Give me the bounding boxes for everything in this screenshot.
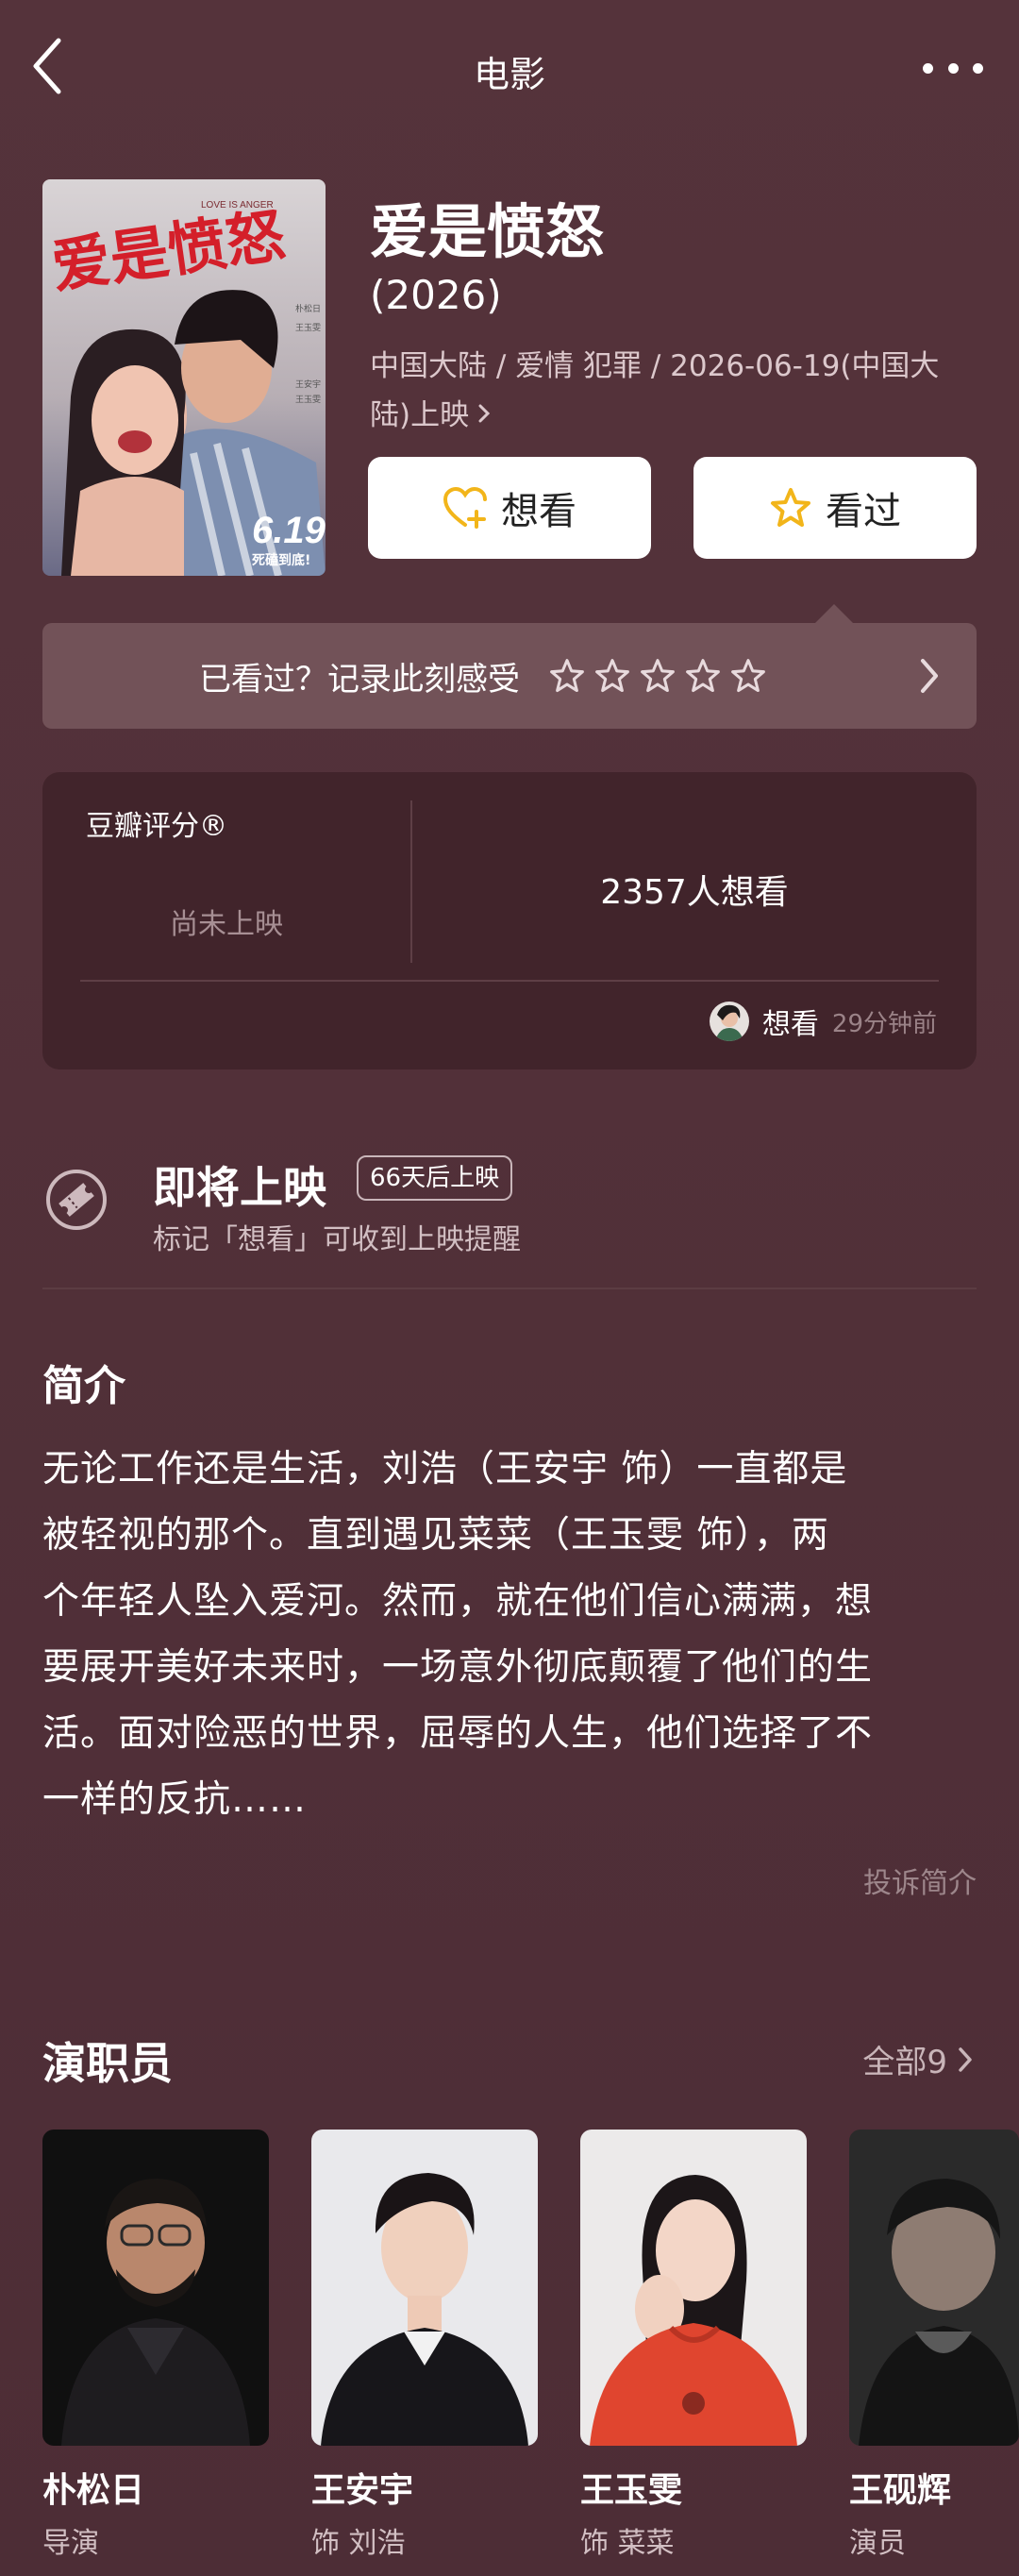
- poster-release-date: 6.19: [252, 510, 326, 551]
- seen-button[interactable]: 看过: [693, 457, 977, 559]
- rate-prompt-bar[interactable]: 已看过？记录此刻感受: [42, 623, 977, 729]
- intro-line: 要展开美好未来时，一场意外彻底颠覆了他们的生: [42, 1646, 874, 1689]
- intro-line: 个年轻人坠入爱河。然而，就在他们信心满满，想: [42, 1580, 874, 1623]
- divider: [42, 1288, 977, 1289]
- cast-photo: [580, 2130, 807, 2446]
- poster-image: 爱是愤怒 LOVE IS ANGER 朴松日 王玉雯 王安宇 王玉雯 6.19 …: [42, 179, 326, 576]
- recent-time: 29分钟前: [831, 1009, 937, 1038]
- intro-line: 无论工作还是生活，刘浩（王安宇 饰）一直都是: [42, 1448, 848, 1490]
- movie-title: 爱是愤怒: [370, 197, 605, 266]
- poster-credit: 王玉雯: [295, 395, 321, 405]
- cast-name: 王砚辉: [849, 2471, 952, 2510]
- days-badge: 66天后上映: [357, 1155, 513, 1201]
- star-outline-icon[interactable]: [548, 658, 586, 694]
- star-outline-icon[interactable]: [593, 658, 631, 694]
- top-bar: 电影: [0, 0, 1019, 142]
- recent-action: 想看: [761, 1008, 819, 1041]
- upcoming-hint: 标记「想看」可收到上映提醒: [153, 1223, 521, 1256]
- poster-credit: 朴松日: [295, 303, 321, 314]
- recent-activity[interactable]: 想看 29分钟前: [709, 1001, 937, 1042]
- rating-status: 尚未上映: [170, 908, 283, 941]
- more-icon: [923, 63, 933, 74]
- want-label: 想看: [501, 490, 576, 533]
- meta-line: 陆)上映: [370, 398, 470, 432]
- intro-text: 无论工作还是生活，刘浩（王安宇 饰）一直都是 被轻视的那个。直到遇见菜菜（王玉雯…: [42, 1437, 981, 1833]
- cast-name: 朴松日: [42, 2471, 145, 2510]
- movie-poster[interactable]: 爱是愤怒 LOVE IS ANGER 朴松日 王玉雯 王安宇 王玉雯 6.19 …: [42, 179, 326, 576]
- intro-line: 一样的反抗……: [42, 1778, 308, 1821]
- cast-photo: [849, 2130, 1019, 2446]
- upcoming-title: 即将上映: [153, 1162, 326, 1213]
- want-count: 2357人想看: [600, 873, 789, 912]
- rate-bar-pointer: [813, 604, 855, 625]
- intro-heading: 简介: [42, 1362, 125, 1410]
- divider: [80, 980, 939, 982]
- more-icon-dot: [947, 63, 959, 74]
- poster-tagline: 死磕到底!: [251, 552, 310, 568]
- cast-view-all-link[interactable]: 全部9: [862, 2036, 974, 2082]
- poster-english-title: LOVE IS ANGER: [201, 200, 274, 210]
- cast-role: 饰 刘浩: [311, 2527, 406, 2560]
- rate-prompt-text: 已看过？记录此刻感受: [199, 660, 520, 699]
- cast-name: 王玉雯: [580, 2471, 683, 2510]
- star-outline-icon[interactable]: [639, 658, 677, 694]
- want-to-watch-button[interactable]: 想看: [368, 457, 651, 559]
- chevron-right-icon: [921, 659, 938, 693]
- poster-credit: 王安宇: [295, 379, 321, 390]
- cast-photo: [42, 2130, 269, 2446]
- movie-detail-page: 电影 爱是愤怒 LOVE IS ANGER 朴松日 王玉雯 王安宇 王玉雯 6.…: [0, 0, 1019, 2576]
- cast-member[interactable]: 王安宇 饰 刘浩: [311, 2130, 538, 2561]
- intro-line: 被轻视的那个。直到遇见菜菜（王玉雯 饰），两: [42, 1514, 829, 1557]
- more-icon-dot: [973, 63, 983, 74]
- meta-line-2: 陆)上映: [370, 391, 983, 440]
- rating-stars[interactable]: [548, 658, 767, 694]
- movie-year: (2026): [370, 272, 502, 318]
- page-title: 电影: [473, 54, 545, 95]
- chevron-right-icon: [959, 2046, 972, 2072]
- movie-meta[interactable]: 中国大陆 / 爱情 犯罪 / 2026-06-19(中国大 陆)上映: [370, 342, 983, 440]
- seen-label: 看过: [826, 490, 901, 533]
- meta-line: 中国大陆 / 爱情 犯罪 / 2026-06-19(中国大: [370, 349, 940, 383]
- rating-label: 豆瓣评分®: [86, 810, 227, 843]
- cast-photo: [311, 2130, 538, 2446]
- star-outline-icon[interactable]: [729, 658, 767, 694]
- cast-member[interactable]: 王砚辉 演员: [849, 2130, 1019, 2561]
- cast-heading: 演职员: [42, 2038, 173, 2089]
- chevron-right-icon: [476, 391, 492, 440]
- cast-member[interactable]: 王玉雯 饰 菜菜: [580, 2130, 807, 2561]
- cast-member[interactable]: 朴松日 导演: [42, 2130, 269, 2561]
- heart-plus-icon: [443, 487, 487, 529]
- cast-role: 导演: [42, 2527, 99, 2560]
- more-button[interactable]: [915, 47, 991, 90]
- intro-line: 活。面对险恶的世界，屈辱的人生，他们选择了不: [42, 1712, 874, 1755]
- star-outline-icon[interactable]: [684, 658, 722, 694]
- cast-name: 王安宇: [311, 2471, 414, 2510]
- cast-role: 演员: [849, 2527, 906, 2560]
- ticket-icon: [46, 1170, 107, 1230]
- avatar: [709, 1002, 749, 1041]
- douban-rating-card[interactable]: 豆瓣评分® 尚未上映 2357人想看 想看 29分钟前: [42, 772, 977, 1069]
- cast-all-label: 全部9: [862, 2044, 947, 2081]
- poster-credit: 王玉雯: [295, 323, 321, 333]
- star-outline-icon: [771, 488, 810, 527]
- report-intro-link[interactable]: 投诉简介: [863, 1860, 977, 1901]
- cast-role: 饰 菜菜: [580, 2527, 675, 2560]
